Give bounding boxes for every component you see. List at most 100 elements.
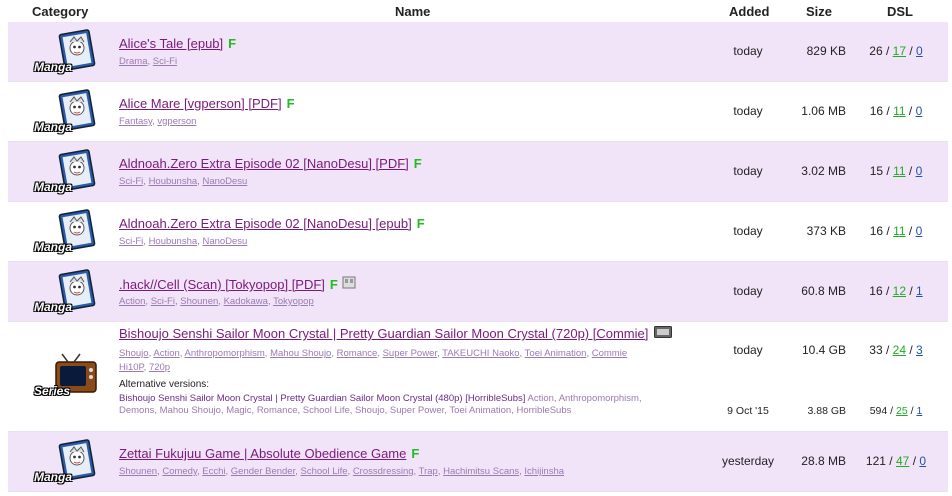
tag-separator: , [437,466,441,477]
tag-link[interactable]: Sci-Fi [151,296,175,307]
table-row[interactable]: Manga Alice's Tale [epub] F Drama, Sci-Fi to… [8,22,948,82]
leechers-link[interactable]: 25 [896,405,908,417]
manga-book-icon[interactable]: Manga [34,88,98,136]
dsl-separator: / [908,104,913,118]
tag-link[interactable]: Ecchi [202,466,225,477]
table-header: Category Name Added Size DSL [0,0,952,22]
tag-link[interactable]: Sci-Fi [119,176,143,187]
title-line: Bishoujo Senshi Sailor Moon Crystal | Pr… [119,326,673,341]
category-label: Manga [34,180,73,194]
tag-link[interactable]: Houbunsha [149,236,198,247]
tag-link[interactable]: Trap [419,466,438,477]
leechers-link[interactable]: 24 [893,343,906,357]
tag-link[interactable]: Comedy [162,466,197,477]
tag-link[interactable]: 720p [149,362,170,373]
tag-link[interactable]: Shounen [180,296,218,307]
header-category[interactable]: Category [32,4,88,19]
table-row[interactable]: Manga Zettai Fukujuu Game | Absolute Obed… [8,432,948,492]
tag-link[interactable]: Super Power [383,348,437,359]
leechers-link[interactable]: 11 [893,164,905,178]
leechers-link[interactable]: 17 [893,44,906,58]
manga-book-icon[interactable]: Manga [34,148,98,196]
tag-list: Sci-Fi, Houbunsha, NanoDesu [119,236,247,247]
downloads-link[interactable]: 1 [916,405,922,417]
tag-separator: , [437,348,440,359]
tag-separator: , [197,466,200,477]
dsl-separator: / [886,224,890,238]
table-row[interactable]: Manga Aldnoah.Zero Extra Episode 02 [Nano… [8,142,948,202]
header-added[interactable]: Added [729,4,769,19]
torrent-title-link[interactable]: Aldnoah.Zero Extra Episode 02 [NanoDesu]… [119,216,412,231]
manga-book-icon[interactable]: Manga [34,268,98,316]
header-dsl[interactable]: DSL [887,4,913,19]
manga-book-icon[interactable]: Manga [34,438,98,486]
tag-link[interactable]: Action [153,348,179,359]
dsl-stats: 16 / 11 / 0 [861,104,931,118]
tag-link[interactable]: NanoDesu [202,236,247,247]
tag-link[interactable]: Ichijinsha [524,466,564,477]
tag-link[interactable]: Kadokawa [224,296,268,307]
torrent-title-link[interactable]: Bishoujo Senshi Sailor Moon Crystal | Pr… [119,326,648,341]
tag-link[interactable]: Hachimitsu Scans [443,466,519,477]
file-size: 28.8 MB [801,454,846,468]
tag-link[interactable]: Tokyopop [273,296,314,307]
leechers-link[interactable]: 11 [893,104,905,118]
tag-link[interactable]: Gender Bender [231,466,295,477]
tag-link[interactable]: Toei Animation [525,348,587,359]
header-name[interactable]: Name [395,4,430,19]
dsl-stats: 26 / 17 / 0 [861,44,931,58]
downloads-link[interactable]: 0 [916,44,923,58]
downloads-link[interactable]: 3 [916,343,923,357]
torrent-title-link[interactable]: Zettai Fukujuu Game | Absolute Obedience… [119,446,406,461]
tag-link[interactable]: Sci-Fi [153,56,177,67]
tv-icon[interactable]: Series [34,352,98,400]
tag-link[interactable]: Mahou Shoujo [270,348,331,359]
tag-link[interactable]: Commie [592,348,627,359]
tag-link[interactable]: TAKEUCHI Naoko [442,348,519,359]
header-size[interactable]: Size [806,4,832,19]
leechers-link[interactable]: 47 [896,454,909,468]
torrent-title-link[interactable]: .hack//Cell (Scan) [Tokyopop] [PDF] [119,277,325,292]
manga-book-icon[interactable]: Manga [34,28,98,76]
tag-link[interactable]: vgperson [157,116,196,127]
downloads-link[interactable]: 0 [919,454,926,468]
dsl-separator: / [910,405,914,417]
downloads-link[interactable]: 0 [916,164,923,178]
torrent-title-link[interactable]: Alice Mare [vgperson] [PDF] [119,96,282,111]
tag-link[interactable]: School Life [301,466,348,477]
tag-link[interactable]: Romance [337,348,378,359]
dsl-separator: / [885,284,890,298]
downloads-link[interactable]: 0 [916,224,923,238]
tag-link[interactable]: Crossdressing [353,466,414,477]
tag-list: Fantasy, vgperson [119,116,196,127]
manga-book-icon[interactable]: Manga [34,208,98,256]
torrent-title-link[interactable]: Aldnoah.Zero Extra Episode 02 [NanoDesu]… [119,156,409,171]
tag-link[interactable]: Houbunsha [149,176,198,187]
file-size: 3.88 GB [807,405,846,417]
leechers-link[interactable]: 12 [893,284,906,298]
downloads-link[interactable]: 1 [916,284,923,298]
tag-link[interactable]: Shounen [119,466,157,477]
alternative-title-link[interactable]: Bishoujo Senshi Sailor Moon Crystal | Pr… [119,393,525,404]
tag-link[interactable]: Hi10P [119,362,144,373]
tag-link[interactable]: NanoDesu [202,176,247,187]
downloads-link[interactable]: 0 [916,104,923,118]
tag-separator: , [197,236,200,247]
tag-link[interactable]: Fantasy [119,116,152,127]
torrent-title-link[interactable]: Alice's Tale [epub] [119,36,223,51]
table-row[interactable]: Manga .hack//Cell (Scan) [Tokyopop] [PDF]… [8,262,948,322]
title-line: Alice Mare [vgperson] [PDF] F [119,96,295,111]
leechers-link[interactable]: 11 [893,224,905,238]
category-label: Manga [34,240,73,254]
tag-link[interactable]: Action [119,296,145,307]
tag-list: Shounen, Comedy, Ecchi, Gender Bender, S… [119,466,564,477]
table-row[interactable]: Series Bishoujo Senshi Sailor Moon Crysta… [8,322,948,432]
tag-link[interactable]: Sci-Fi [119,236,143,247]
dsl-separator: / [889,454,893,468]
tag-link[interactable]: Shoujo [119,348,149,359]
tag-link[interactable]: Anthropomorphism [185,348,265,359]
table-row[interactable]: Manga Aldnoah.Zero Extra Episode 02 [Nano… [8,202,948,262]
dsl-separator: / [886,104,890,118]
tag-link[interactable]: Drama [119,56,148,67]
table-row[interactable]: Manga Alice Mare [vgperson] [PDF] F Fantasy… [8,82,948,142]
